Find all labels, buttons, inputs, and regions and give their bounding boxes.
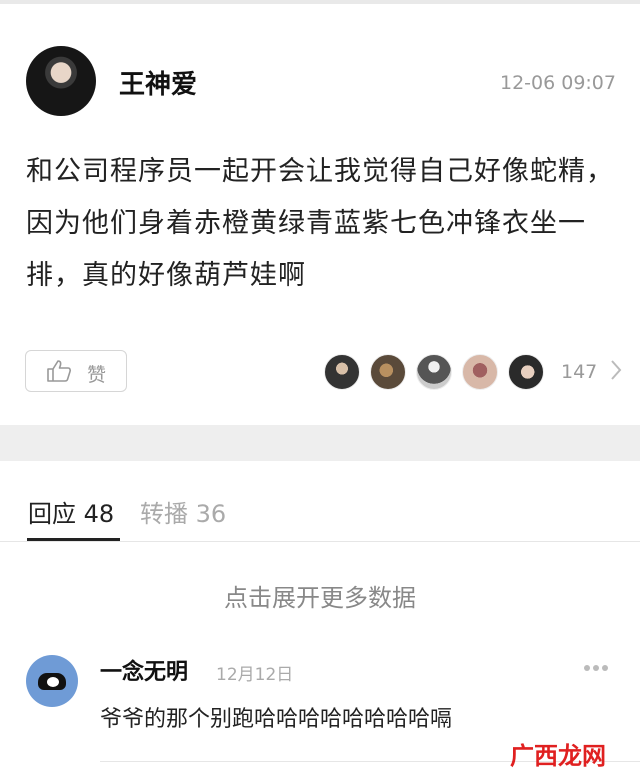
comment-date: 12月12日 [216, 665, 294, 685]
liker-avatar[interactable] [508, 354, 544, 390]
more-options-icon[interactable] [583, 663, 609, 673]
load-more-button[interactable]: 点击展开更多数据 [0, 578, 640, 613]
like-button[interactable]: 赞 [25, 350, 127, 392]
like-label: 赞 [87, 364, 107, 386]
tab-reposts[interactable]: 转播 36 [140, 494, 226, 529]
author-avatar[interactable] [26, 46, 96, 116]
liker-avatar[interactable] [416, 354, 452, 390]
comment-text: 爷爷的那个别跑哈哈哈哈哈哈哈哈嗝 [100, 707, 453, 732]
liker-avatar[interactable] [370, 354, 406, 390]
liker-avatar[interactable] [462, 354, 498, 390]
tab-replies[interactable]: 回应 48 [28, 494, 114, 529]
author-name[interactable]: 王神爱 [119, 64, 197, 101]
tabs-divider [0, 541, 640, 542]
thumbs-up-icon [47, 360, 71, 382]
like-count[interactable]: 147 [561, 361, 597, 383]
chevron-right-icon[interactable] [608, 358, 624, 382]
cat-face [47, 677, 59, 687]
watermark-logo: 广西龙网 [510, 742, 606, 770]
post-timestamp: 12-06 09:07 [499, 72, 616, 94]
post-body: 和公司程序员一起开会让我觉得自己好像蛇精，因为他们身着赤橙黄绿青蓝紫七色冲锋衣坐… [26, 156, 614, 291]
section-separator [0, 425, 640, 461]
comment-avatar[interactable] [26, 655, 78, 707]
comment-author[interactable]: 一念无明 [100, 654, 188, 686]
top-divider [0, 0, 640, 4]
post-header: 王神爱 12-06 09:07 [26, 46, 616, 118]
liker-avatar[interactable] [324, 354, 360, 390]
